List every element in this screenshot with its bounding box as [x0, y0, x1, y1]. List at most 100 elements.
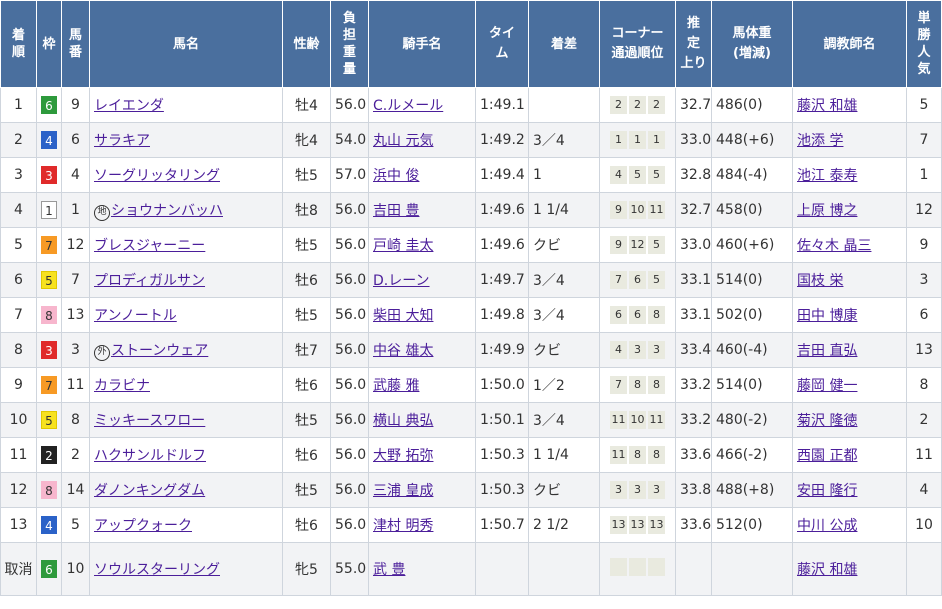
header-body-weight[interactable]: 馬体重 (増減) [711, 0, 793, 88]
header-rank[interactable]: 着順 [0, 0, 37, 88]
header-time[interactable]: タイム [475, 0, 529, 88]
trainer-link[interactable]: 安田 隆行 [797, 483, 857, 499]
trainer-link[interactable]: 池添 学 [797, 133, 843, 149]
corner-position: 11 [648, 411, 665, 429]
corner-position: 9 [610, 236, 627, 254]
jockey-link[interactable]: 浜中 俊 [373, 168, 419, 184]
sex-age-cell: 牡5 [282, 227, 331, 263]
corner-cell: 455 [599, 157, 676, 193]
weight-carried-cell: 54.0 [330, 122, 369, 158]
sex-age-cell: 牡5 [282, 297, 331, 333]
header-jockey[interactable]: 騎手名 [368, 0, 476, 88]
header-trainer[interactable]: 調教師名 [792, 0, 907, 88]
waku-badge: 8 [41, 481, 57, 499]
header-weight-carried[interactable]: 負担重量 [330, 0, 369, 88]
trainer-link[interactable]: 藤沢 和雄 [797, 98, 857, 114]
horse-name-link[interactable]: ショウナンバッハ [111, 203, 223, 219]
margin-cell: 3／4 [528, 262, 600, 298]
corner-position: 3 [648, 341, 665, 359]
trainer-link[interactable]: 田中 博康 [797, 308, 857, 324]
horse-name-link[interactable]: サラキア [94, 133, 150, 149]
horse-name-link[interactable]: ソウルスターリング [94, 562, 220, 578]
body-weight-cell: 466(-2) [711, 437, 793, 473]
jockey-link[interactable]: 柴田 大知 [373, 308, 433, 324]
corner-position: 5 [648, 166, 665, 184]
header-margin[interactable]: 着差 [528, 0, 600, 88]
body-weight-cell: 502(0) [711, 297, 793, 333]
header-jockey-label: 騎手名 [402, 36, 442, 52]
trainer-link[interactable]: 中川 公成 [797, 518, 857, 534]
body-weight-cell: 484(-4) [711, 157, 793, 193]
trainer-cell: 国枝 栄 [792, 262, 907, 298]
body-weight-cell: 514(0) [711, 367, 793, 403]
jockey-link[interactable]: 戸崎 圭太 [373, 238, 433, 254]
trainer-link[interactable]: 藤沢 和雄 [797, 562, 857, 578]
jockey-link[interactable]: 大野 拓弥 [373, 448, 433, 464]
umaban-cell: 4 [61, 157, 90, 193]
header-umaban[interactable]: 馬番 [61, 0, 90, 88]
header-horse-label: 馬名 [172, 36, 199, 52]
trainer-link[interactable]: 上原 博之 [797, 203, 857, 219]
horse-name-link[interactable]: アップクォーク [94, 518, 192, 534]
corner-position: 11 [610, 411, 627, 429]
trainer-link[interactable]: 国枝 栄 [797, 273, 843, 289]
jockey-link[interactable]: 横山 典弘 [373, 413, 433, 429]
sex-age-cell: 牡4 [282, 87, 331, 123]
horse-name-link[interactable]: ストーンウェア [111, 343, 208, 359]
horse-name-cell: ソウルスターリング [89, 542, 283, 596]
weight-carried-cell: 56.0 [330, 227, 369, 263]
header-body-weight-label: 馬体重 (増減) [732, 26, 772, 61]
horse-name-link[interactable]: ダノンキングダム [94, 483, 205, 499]
horse-name-link[interactable]: ハクサンルドルフ [94, 448, 206, 464]
jockey-link[interactable]: 武 豊 [373, 562, 405, 578]
trainer-cell: 上原 博之 [792, 192, 907, 228]
horse-name-cell: サラキア [89, 122, 283, 158]
horse-name-cell: ソーグリッタリング [89, 157, 283, 193]
trainer-link[interactable]: 藤岡 健一 [797, 378, 857, 394]
header-horse-name[interactable]: 馬名 [89, 0, 283, 88]
jockey-link[interactable]: 三浦 皇成 [373, 483, 433, 499]
horse-name-link[interactable]: ブレスジャーニー [94, 238, 205, 254]
table-row: 8 3 3 外ストーンウェア 牡7 56.0 中谷 雄太 1:49.9 クビ 4 3 3 33.4 460… [0, 332, 942, 368]
weight-carried-cell: 56.0 [330, 507, 369, 543]
jockey-link[interactable]: 吉田 豊 [373, 203, 419, 219]
header-corner[interactable]: コーナー 通過順位 [599, 0, 676, 88]
horse-name-link[interactable]: アンノートル [94, 308, 177, 324]
jockey-link[interactable]: 津村 明秀 [373, 518, 433, 534]
trainer-link[interactable]: 吉田 直弘 [797, 343, 857, 359]
trainer-link[interactable]: 西園 正都 [797, 448, 857, 464]
corner-cell: 111 [599, 122, 676, 158]
trainer-link[interactable]: 池江 泰寿 [797, 168, 857, 184]
trainer-link[interactable]: 佐々木 晶三 [797, 238, 871, 254]
header-popularity[interactable]: 単勝人気 [906, 0, 942, 88]
popularity-cell: 9 [906, 227, 942, 263]
header-waku[interactable]: 枠 [36, 0, 62, 88]
local-horse-mark: 地 [94, 204, 110, 221]
horse-name-link[interactable]: レイエンダ [94, 98, 164, 114]
waku-cell: 5 [36, 262, 62, 298]
horse-name-link[interactable]: ミッキースワロー [94, 413, 205, 429]
margin-cell: 3／4 [528, 122, 600, 158]
jockey-link[interactable]: D.レーン [373, 273, 430, 289]
last3f-cell: 33.6 [675, 507, 712, 543]
waku-cell: 6 [36, 542, 62, 596]
umaban-cell: 11 [61, 367, 90, 403]
horse-name-link[interactable]: ソーグリッタリング [94, 168, 220, 184]
table-row: 13 4 5 アップクォーク 牡6 56.0 津村 明秀 1:50.7 2 1/2 13 13 13 3… [0, 507, 942, 543]
weight-carried-cell: 56.0 [330, 367, 369, 403]
horse-name-link[interactable]: カラビナ [94, 378, 150, 394]
jockey-link[interactable]: C.ルメール [373, 98, 443, 114]
rank-cell: 11 [0, 437, 37, 473]
waku-cell: 8 [36, 297, 62, 333]
trainer-link[interactable]: 菊沢 隆徳 [797, 413, 857, 429]
jockey-link[interactable]: 武藤 雅 [373, 378, 419, 394]
jockey-link[interactable]: 中谷 雄太 [373, 343, 433, 359]
header-last3f[interactable]: 推定上り [675, 0, 712, 88]
trainer-cell: 池添 学 [792, 122, 907, 158]
time-cell: 1:49.2 [475, 122, 529, 158]
header-sex-age[interactable]: 性齢 [282, 0, 331, 88]
horse-name-link[interactable]: プロディガルサン [94, 273, 205, 289]
corner-cell: 13 13 13 [599, 507, 676, 543]
corner-position: 13 [629, 516, 646, 534]
jockey-link[interactable]: 丸山 元気 [373, 133, 433, 149]
